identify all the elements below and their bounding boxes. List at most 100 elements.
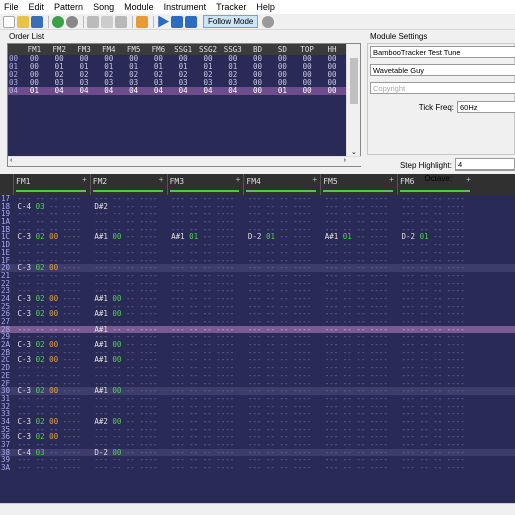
pattern-volume: -- (202, 463, 212, 473)
stop-icon[interactable] (185, 15, 197, 28)
scroll-down-icon[interactable]: ⌄ (351, 148, 357, 156)
undo-icon[interactable] (52, 15, 64, 28)
order-horizontal-scrollbar[interactable]: ‹ › (8, 156, 362, 166)
menu-item-song[interactable]: Song (93, 2, 114, 12)
pattern-horizontal-scrollbar[interactable] (0, 503, 515, 509)
channel-header[interactable]: FM5 + (320, 174, 397, 195)
menu-item-help[interactable]: Help (256, 2, 275, 12)
order-list-title: Order List (9, 32, 45, 41)
menu-item-module[interactable]: Module (124, 2, 154, 12)
tick-freq-field[interactable]: 60Hz (457, 101, 515, 113)
menu-item-pattern[interactable]: Pattern (54, 2, 83, 12)
new-file-icon[interactable] (3, 15, 15, 28)
add-effect-column-icon[interactable]: + (389, 175, 394, 184)
save-icon[interactable] (31, 15, 43, 28)
pattern-effect: ---- (216, 463, 235, 473)
pattern-volume: -- (433, 463, 443, 473)
copy-icon[interactable] (101, 15, 113, 28)
pattern-header-corner (0, 174, 13, 195)
pattern-cell[interactable]: --- -- -- ---- (397, 464, 474, 472)
module-title-field[interactable]: BambooTracker Test Tune (370, 46, 515, 58)
add-effect-column-icon[interactable]: + (466, 175, 471, 184)
menu-item-instrument[interactable]: Instrument (164, 2, 207, 12)
scroll-right-icon[interactable]: › (344, 157, 346, 164)
play-icon[interactable] (158, 15, 169, 28)
order-cell[interactable]: 00 (320, 87, 345, 95)
pattern-rows: 17 --- -- -- ---- --- -- -- ---- --- -- … (0, 195, 515, 472)
pattern-instrument: -- (112, 463, 122, 473)
order-list-group: Order List FM1 FM2 FM3 FM4 FM5 FM6 SSG1 SSG2 SSG… (3, 32, 362, 169)
pattern-editor[interactable]: FM1 + FM2 + FM3 + FM4 + FM5 + FM6 + 17 --- -- -- --… (0, 174, 515, 509)
pattern-effect: ---- (293, 463, 312, 473)
pattern-instrument: -- (189, 463, 199, 473)
add-effect-column-icon[interactable]: + (82, 175, 87, 184)
order-cell[interactable]: 04 (96, 87, 121, 95)
order-cell[interactable]: 04 (146, 87, 171, 95)
gear-icon[interactable] (262, 15, 275, 28)
channel-header[interactable]: FM1 + (13, 174, 90, 195)
order-cell[interactable]: 04 (121, 87, 146, 95)
module-author-field[interactable]: Wavetable Guy (370, 64, 515, 76)
add-effect-column-icon[interactable]: + (312, 175, 317, 184)
order-cell[interactable]: 00 (295, 87, 320, 95)
order-cell[interactable]: 04 (196, 87, 221, 95)
toolbar: Follow Mode (0, 14, 515, 30)
channel-header[interactable]: FM2 + (89, 174, 167, 195)
pattern-instrument: -- (342, 463, 352, 473)
pattern-note: --- (247, 463, 262, 473)
pattern-note: --- (94, 463, 108, 473)
order-vertical-scrollbar[interactable]: ⌄ (346, 44, 360, 157)
menu-item-tracker[interactable]: Tracker (216, 2, 246, 12)
pattern-cell[interactable]: --- -- -- ---- (13, 464, 90, 472)
order-row[interactable]: 04 01 04 04 04 04 04 04 04 04 00 01 00 00 (8, 87, 346, 95)
order-cell[interactable]: 01 (22, 87, 47, 95)
add-effect-column-icon[interactable]: + (236, 175, 241, 184)
add-effect-column-icon[interactable]: + (159, 175, 164, 184)
channel-level-meter (246, 190, 317, 192)
pattern-effect: ---- (369, 463, 388, 473)
pattern-instrument: -- (419, 463, 429, 473)
order-grid[interactable]: FM1 FM2 FM3 FM4 FM5 FM6 SSG1 SSG2 SSG3 BD SD TOP HH 0… (8, 44, 346, 157)
redo-icon[interactable] (66, 15, 78, 28)
pattern-cell[interactable]: --- -- -- ---- (243, 464, 320, 472)
scroll-left-icon[interactable]: ‹ (10, 157, 12, 164)
order-cell[interactable]: 04 (220, 87, 245, 95)
order-cell[interactable]: 01 (270, 87, 295, 95)
channel-level-meter (92, 190, 163, 192)
open-folder-icon[interactable] (17, 15, 29, 28)
channel-header[interactable]: FM4 + (243, 174, 320, 195)
order-cell[interactable]: 00 (245, 87, 270, 95)
top-panels: Order List FM1 FM2 FM3 FM4 FM5 FM6 SSG1 SSG2 SSG… (0, 30, 515, 183)
pattern-note: --- (171, 463, 185, 473)
cut-icon[interactable] (87, 15, 99, 28)
menu-item-edit[interactable]: Edit (29, 2, 45, 12)
channel-level-meter (16, 190, 86, 192)
pattern-instrument: -- (35, 463, 45, 473)
module-settings-title: Module Settings (370, 32, 428, 41)
play-pattern-icon[interactable] (171, 15, 183, 28)
channel-level-meter (169, 190, 240, 192)
octave-spinbox[interactable]: 4 (455, 158, 515, 170)
scroll-thumb[interactable] (350, 58, 358, 104)
menu-item-file[interactable]: File (4, 2, 19, 12)
paste-icon[interactable] (115, 15, 127, 28)
instrument-icon[interactable] (136, 15, 148, 28)
order-cell[interactable]: 04 (72, 87, 97, 95)
follow-mode-button[interactable]: Follow Mode (203, 15, 259, 28)
order-cell[interactable]: 04 (171, 87, 196, 95)
channel-header[interactable]: FM3 + (166, 174, 244, 195)
pattern-cell[interactable]: --- -- -- ---- (320, 464, 397, 472)
pattern-effect: ---- (62, 463, 81, 473)
pattern-row[interactable]: 3A --- -- -- ---- --- -- -- ---- --- -- … (0, 464, 515, 472)
pattern-note: --- (17, 463, 32, 473)
pattern-volume: -- (356, 463, 366, 473)
toolbar-divider (83, 15, 84, 28)
module-copyright-field[interactable]: Copyright (370, 82, 515, 94)
step-highlight-label: Step Highlight: (399, 161, 452, 170)
pattern-cell[interactable]: --- -- -- ---- (167, 464, 244, 472)
order-row-number: 04 (8, 87, 22, 95)
pattern-volume: -- (49, 463, 59, 473)
menu-bar: File Edit Pattern Song Module Instrument Track… (0, 0, 515, 14)
pattern-cell[interactable]: --- -- -- ---- (90, 464, 167, 472)
order-cell[interactable]: 04 (47, 87, 72, 95)
